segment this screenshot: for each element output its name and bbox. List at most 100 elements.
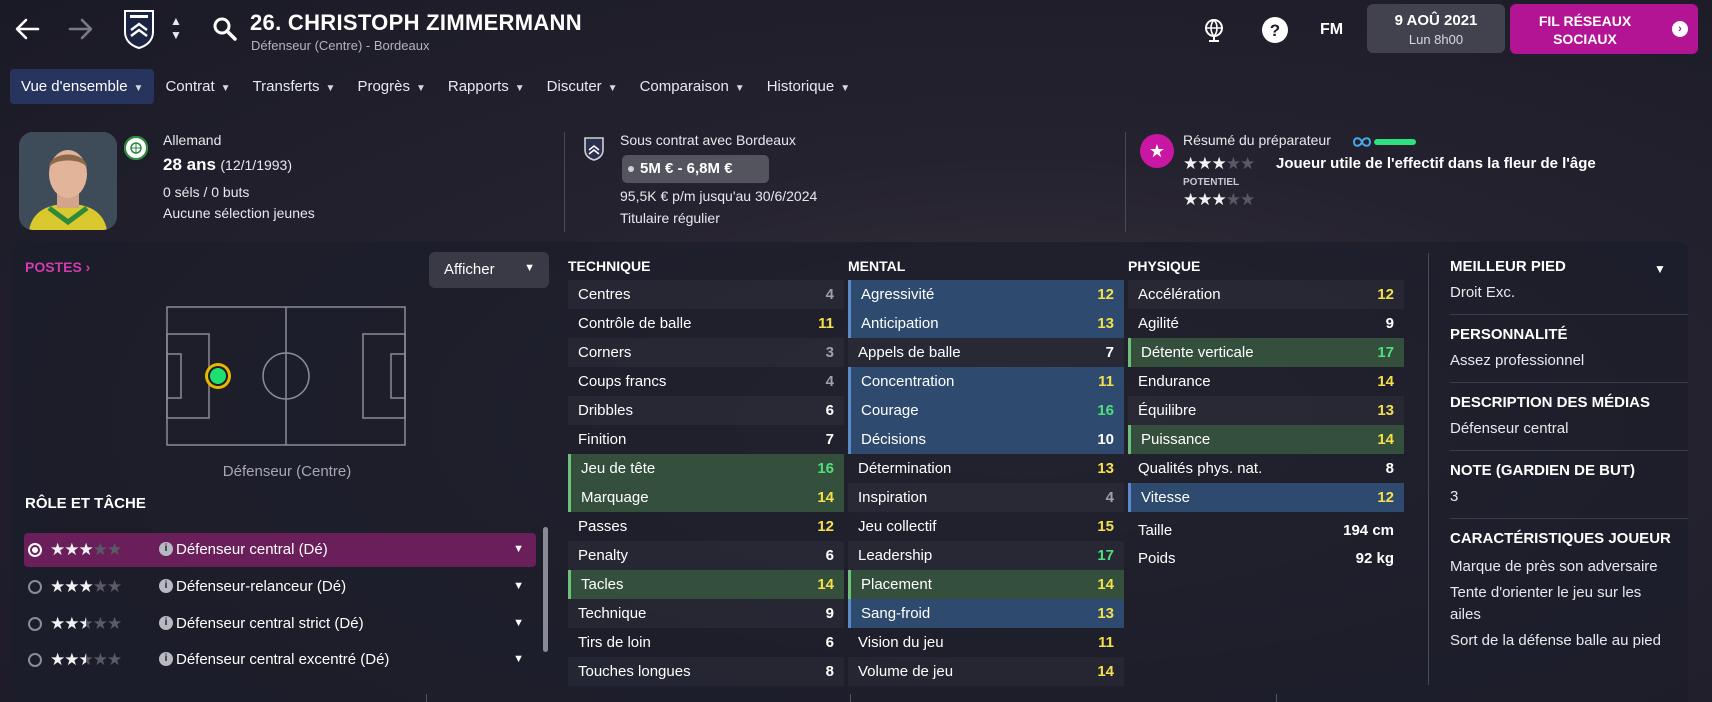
player-trait: Sort de la défense balle au pied [1450, 632, 1661, 649]
technique-attribute-row[interactable]: Tirs de loin 6 [568, 628, 844, 657]
tab-3[interactable]: Progrès ▼ [346, 69, 436, 104]
physique-attribute-row[interactable]: Puissance 14 [1128, 425, 1404, 454]
tab-5[interactable]: Discuter ▼ [536, 69, 629, 104]
fm-logo[interactable]: FM [1320, 21, 1343, 39]
technique-attribute-row[interactable]: Touches longues 8 [568, 657, 844, 686]
attribute-name: Dribbles [578, 402, 634, 419]
technique-attribute-row[interactable]: Coups francs 4 [568, 367, 844, 396]
chevron-down-icon[interactable]: ▼ [1654, 262, 1666, 276]
help-icon[interactable]: ? [1261, 16, 1289, 44]
physique-attribute-row[interactable]: Qualités phys. nat. 8 [1128, 454, 1404, 483]
physique-attribute-row[interactable]: Agilité 9 [1128, 309, 1404, 338]
globe-icon[interactable] [1200, 16, 1228, 44]
chevron-down-icon: ▼ [607, 83, 618, 94]
search-icon[interactable] [212, 16, 238, 42]
mental-attribute-row[interactable]: Concentration 11 [848, 367, 1124, 396]
radio-button[interactable] [28, 580, 42, 594]
mental-attribute-row[interactable]: Appels de balle 7 [848, 338, 1124, 367]
mental-attribute-row[interactable]: Placement 14 [848, 570, 1124, 599]
technique-attribute-row[interactable]: Marquage 14 [568, 483, 844, 512]
mental-attribute-row[interactable]: Vision du jeu 11 [848, 628, 1124, 657]
attribute-name: Penalty [578, 547, 629, 564]
info-icon[interactable]: i [159, 579, 173, 593]
tab-label: Historique [766, 78, 835, 95]
date-box[interactable]: 9 AOÛ 2021 Lun 8h00 [1367, 4, 1505, 53]
goalkeeper-rating-value: 3 [1450, 488, 1459, 505]
nationality-text[interactable]: Allemand [163, 132, 221, 148]
radio-button[interactable] [28, 617, 42, 631]
tab-1[interactable]: Contrat ▼ [154, 69, 241, 104]
height-label: Taille [1138, 522, 1173, 539]
technique-attribute-row[interactable]: Finition 7 [568, 425, 844, 454]
technique-attribute-row[interactable]: Contrôle de balle 11 [568, 309, 844, 338]
attribute-value: 7 [1105, 344, 1114, 361]
role-row[interactable]: ★★★★★ i Défenseur-relanceur (Dé) ▼ [24, 570, 536, 604]
tab-label: Vue d'ensemble [21, 78, 128, 95]
physique-attribute-row[interactable]: Accélération 12 [1128, 280, 1404, 309]
tab-0[interactable]: Vue d'ensemble ▼ [10, 69, 155, 104]
positions-title[interactable]: POSTES › [25, 259, 90, 275]
back-arrow-icon[interactable] [12, 14, 42, 44]
divider [426, 694, 427, 702]
mental-attribute-row[interactable]: Volume de jeu 14 [848, 657, 1124, 686]
role-row[interactable]: ★★★★★ i Défenseur central strict (Dé) ▼ [24, 607, 536, 641]
mental-attribute-row[interactable]: Sang-froid 13 [848, 599, 1124, 628]
chevron-down-icon[interactable]: ▼ [513, 543, 524, 555]
physique-attribute-row[interactable]: Vitesse 12 [1128, 483, 1404, 512]
role-row[interactable]: ★★★★★ i Défenseur central excentré (Dé) ▼ [24, 643, 536, 677]
attribute-value: 13 [1097, 315, 1114, 332]
attribute-value: 13 [1097, 605, 1114, 622]
radio-button[interactable] [28, 653, 42, 667]
position-marker-dot[interactable] [205, 363, 231, 389]
role-row[interactable]: ★★★★★ i Défenseur central (Dé) ▼ [24, 533, 536, 567]
mental-attribute-row[interactable]: Inspiration 4 [848, 483, 1124, 512]
club-crest-icon[interactable] [122, 8, 156, 50]
radio-button[interactable] [28, 543, 42, 557]
role-list-scrollbar[interactable] [543, 527, 548, 652]
chevron-down-icon[interactable]: ▼ [513, 580, 524, 592]
chevron-down-icon[interactable]: ▼ [513, 653, 524, 665]
player-switch-arrows-icon[interactable]: ▲ ▼ [168, 14, 184, 42]
technique-attribute-row[interactable]: Passes 12 [568, 512, 844, 541]
attribute-name: Jeu de tête [581, 460, 656, 477]
attribute-value: 11 [1098, 373, 1114, 390]
mental-attribute-row[interactable]: Détermination 13 [848, 454, 1124, 483]
technique-attribute-row[interactable]: Corners 3 [568, 338, 844, 367]
info-icon[interactable]: i [159, 616, 173, 630]
physique-attribute-row[interactable]: Détente verticale 17 [1128, 338, 1404, 367]
technique-attribute-row[interactable]: Centres 4 [568, 280, 844, 309]
technique-attribute-row[interactable]: Technique 9 [568, 599, 844, 628]
mental-attribute-row[interactable]: Leadership 17 [848, 541, 1124, 570]
mental-attribute-row[interactable]: Jeu collectif 15 [848, 512, 1124, 541]
club-badge-icon[interactable] [583, 136, 605, 162]
technique-attribute-row[interactable]: Penalty 6 [568, 541, 844, 570]
forward-arrow-icon[interactable] [66, 14, 96, 44]
technique-attribute-row[interactable]: Jeu de tête 16 [568, 454, 844, 483]
social-feed-button[interactable]: FIL RÉSEAUX SOCIAUX › [1510, 4, 1698, 54]
attribute-name: Finition [578, 431, 627, 448]
technique-attribute-row[interactable]: Dribbles 6 [568, 396, 844, 425]
info-icon[interactable]: i [159, 542, 173, 556]
physique-attribute-row[interactable]: Équilibre 13 [1128, 396, 1404, 425]
tab-6[interactable]: Comparaison ▼ [629, 69, 756, 104]
technique-attribute-row[interactable]: Tacles 14 [568, 570, 844, 599]
physique-attribute-row[interactable]: Endurance 14 [1128, 367, 1404, 396]
attribute-name: Corners [578, 344, 632, 361]
mental-attribute-row[interactable]: Anticipation 13 [848, 309, 1124, 338]
info-icon[interactable]: i [159, 652, 173, 666]
mental-attribute-row[interactable]: Décisions 10 [848, 425, 1124, 454]
tab-4[interactable]: Rapports ▼ [437, 69, 536, 104]
nationality-flag-icon[interactable] [124, 136, 148, 160]
role-rating-stars: ★★★★★ [50, 540, 122, 559]
chevron-down-icon[interactable]: ▼ [513, 617, 524, 629]
player-trait: Marque de près son adversaire [1450, 558, 1658, 575]
attribute-value: 16 [817, 460, 834, 477]
show-button[interactable]: Afficher ▼ [429, 252, 549, 288]
tab-2[interactable]: Transferts ▼ [242, 69, 347, 104]
mental-attribute-row[interactable]: Courage 16 [848, 396, 1124, 425]
top-bar: ▲ ▼ 26. CHRISTOPH ZIMMERMANN Défenseur (C… [0, 0, 1712, 64]
contract-club-text[interactable]: Sous contrat avec Bordeaux [620, 132, 796, 148]
chevron-right-icon: › [1672, 21, 1688, 37]
tab-7[interactable]: Historique ▼ [756, 69, 861, 104]
mental-attribute-row[interactable]: Agressivité 12 [848, 280, 1124, 309]
